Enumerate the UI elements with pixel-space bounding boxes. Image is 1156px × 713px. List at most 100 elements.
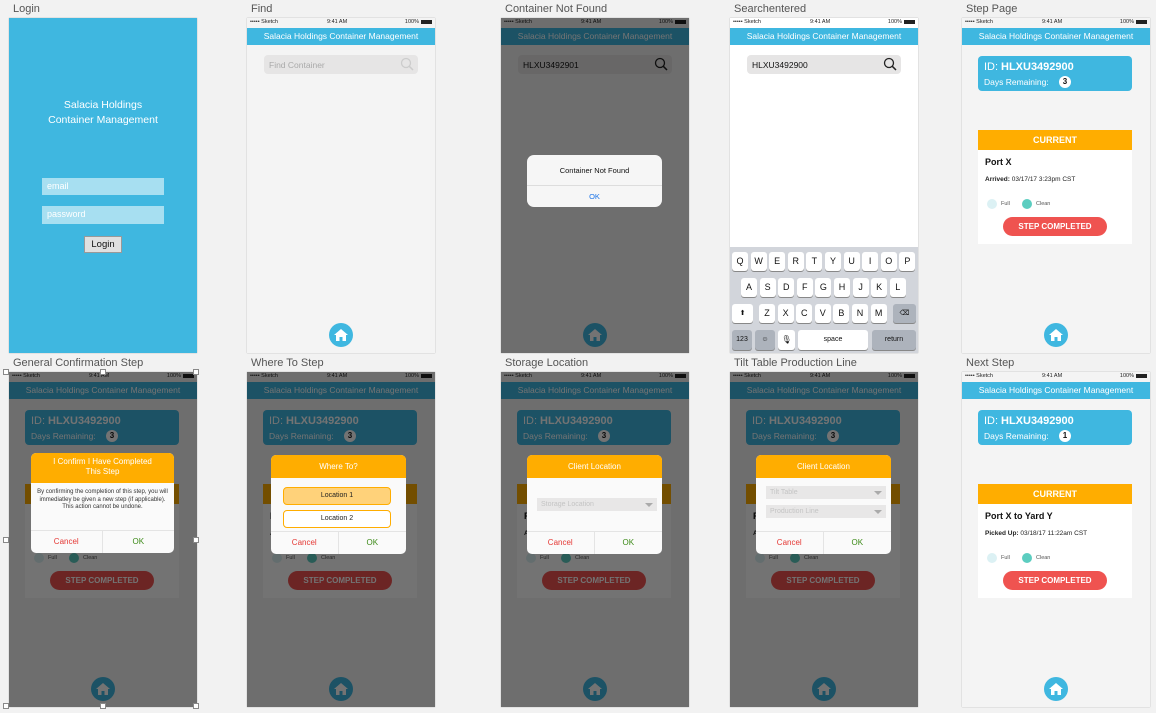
step-date: Arrived: 03/17/17 3:23pm CST — [985, 176, 1075, 183]
key[interactable]: F — [796, 278, 813, 297]
key[interactable]: I — [862, 252, 879, 271]
days-remaining-label: Days Remaining: — [984, 77, 1049, 87]
artboard-label: General Confirmation Step — [13, 357, 144, 369]
key[interactable]: M — [870, 304, 887, 323]
microphone-key[interactable]: 🎙 — [778, 330, 795, 350]
alert-ok-button[interactable]: OK — [527, 185, 662, 207]
ok-button[interactable]: OK — [103, 531, 175, 553]
dialog-title: Where To? — [271, 455, 406, 478]
container-id: HLXU3492900 — [1001, 61, 1074, 73]
tilt-table-select[interactable]: Tilt Table — [766, 486, 886, 499]
key[interactable]: C — [796, 304, 813, 323]
key[interactable]: X — [777, 304, 794, 323]
selection-handle[interactable] — [3, 703, 9, 709]
location-option-1[interactable]: Location 1 — [283, 487, 391, 505]
key[interactable]: P — [899, 252, 916, 271]
key[interactable]: D — [778, 278, 795, 297]
key[interactable]: H — [834, 278, 850, 297]
cancel-button[interactable]: Cancel — [271, 532, 339, 554]
key[interactable]: J — [852, 278, 869, 297]
artboard-where-to-step: ••••• Sketch9:41 AM100%Salacia Holdings … — [247, 372, 435, 707]
home-button[interactable] — [329, 323, 353, 347]
battery-icon — [1136, 20, 1147, 24]
search-placeholder: Find Container — [269, 60, 325, 70]
clean-indicator[interactable] — [1022, 199, 1032, 209]
key[interactable]: T — [806, 252, 823, 271]
artboard-label: Tilt Table Production Line — [734, 357, 857, 369]
dialog-title: Client Location — [527, 455, 662, 478]
login-button[interactable]: Login — [84, 236, 122, 253]
search-icon[interactable] — [400, 57, 414, 76]
production-line-select[interactable]: Production Line — [766, 505, 886, 518]
selection-handle[interactable] — [193, 537, 199, 543]
numbers-key[interactable]: 123 — [732, 330, 752, 350]
search-input[interactable]: HLXU3492900 — [747, 55, 901, 74]
key[interactable]: Z — [759, 304, 775, 323]
artboard-label: Login — [13, 3, 40, 15]
app-header-title: Salacia Holdings Container Management — [962, 28, 1150, 45]
key[interactable]: G — [815, 278, 832, 297]
status-time: 9:41 AM — [1042, 19, 1063, 25]
step-location: Port X to Yard Y — [985, 511, 1053, 521]
id-prefix: ID: — [984, 415, 999, 427]
key[interactable]: K — [871, 278, 888, 297]
key[interactable]: N — [852, 304, 868, 323]
current-step-header: CURRENT — [978, 484, 1132, 504]
key[interactable]: L — [889, 278, 906, 297]
key[interactable]: S — [759, 278, 776, 297]
dialog-buttons: Cancel OK — [756, 531, 891, 554]
artboard-tilt-table-production-line: ••••• Sketch9:41 AM100%Salacia Holdings … — [730, 372, 918, 707]
return-key[interactable]: return — [872, 330, 916, 350]
key[interactable]: Q — [732, 252, 748, 271]
key[interactable]: U — [843, 252, 860, 271]
key[interactable]: R — [787, 252, 804, 271]
key[interactable]: A — [741, 278, 757, 297]
status-battery: 100% — [1119, 19, 1134, 25]
date-value: 03/17/17 3:23pm CST — [1011, 176, 1076, 183]
selection-handle[interactable] — [193, 369, 199, 375]
selection-handle[interactable] — [3, 537, 9, 543]
full-indicator[interactable] — [987, 553, 997, 563]
search-input[interactable]: Find Container — [264, 55, 418, 74]
ok-button[interactable]: OK — [824, 532, 892, 554]
storage-location-select[interactable]: Storage Location — [537, 498, 657, 511]
home-button[interactable] — [1044, 323, 1068, 347]
key[interactable]: W — [750, 252, 767, 271]
space-key[interactable]: space — [798, 330, 868, 350]
selection-handle[interactable] — [193, 703, 199, 709]
full-indicator[interactable] — [987, 199, 997, 209]
home-button[interactable] — [1044, 677, 1068, 701]
backspace-key[interactable]: ⌫ — [893, 304, 916, 323]
status-bar: ••••• Sketch 9:41 AM 100% — [962, 372, 1150, 382]
artboard-label: Step Page — [966, 3, 1018, 15]
step-completed-button[interactable]: STEP COMPLETED — [1003, 571, 1107, 590]
clean-indicator[interactable] — [1022, 553, 1032, 563]
key[interactable]: B — [833, 304, 850, 323]
status-carrier: ••••• Sketch — [965, 373, 993, 379]
key[interactable]: Y — [825, 252, 841, 271]
password-field[interactable]: password — [42, 206, 164, 224]
email-field[interactable]: email — [42, 178, 164, 195]
selection-handle[interactable] — [100, 703, 106, 709]
key[interactable]: E — [769, 252, 786, 271]
ok-button[interactable]: OK — [595, 532, 663, 554]
location-option-2[interactable]: Location 2 — [283, 510, 391, 528]
app-header-title: Salacia Holdings Container Management — [247, 28, 435, 45]
battery-icon — [904, 20, 915, 24]
step-completed-button[interactable]: STEP COMPLETED — [1003, 217, 1107, 236]
status-bar: ••••• Sketch 9:41 AM 100% — [730, 18, 918, 28]
shift-key[interactable]: ⬆ — [732, 304, 753, 323]
selection-handle[interactable] — [100, 369, 106, 375]
id-prefix: ID: — [984, 61, 999, 73]
key[interactable]: O — [880, 252, 897, 271]
cancel-button[interactable]: Cancel — [527, 532, 595, 554]
email-placeholder: email — [47, 181, 69, 191]
search-icon[interactable] — [883, 57, 897, 76]
cancel-button[interactable]: Cancel — [31, 531, 103, 553]
emoji-key[interactable]: ☺ — [755, 330, 775, 350]
selection-handle[interactable] — [3, 369, 9, 375]
key[interactable]: V — [814, 304, 831, 323]
cancel-button[interactable]: Cancel — [756, 532, 824, 554]
artboard-label: Where To Step — [251, 357, 324, 369]
ok-button[interactable]: OK — [339, 532, 407, 554]
